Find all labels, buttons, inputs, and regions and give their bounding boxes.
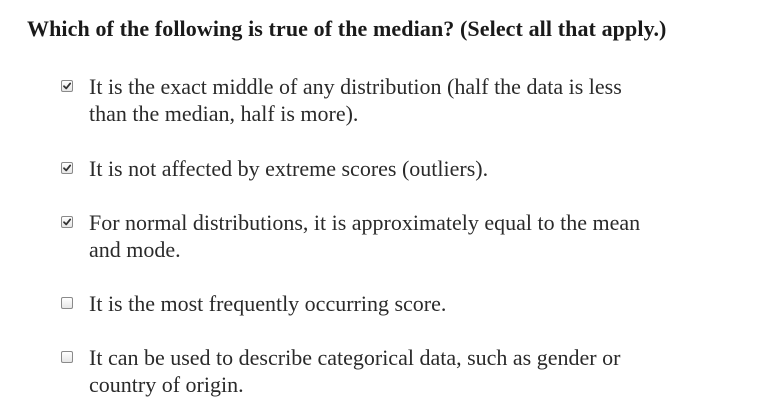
option-label[interactable]: It can be used to describe categorical d… (89, 344, 649, 398)
option-checkbox[interactable] (61, 216, 73, 228)
checkmark-icon (63, 164, 72, 172)
checkmark-icon (63, 218, 72, 226)
option-checkbox[interactable] (61, 351, 73, 363)
checkmark-icon (63, 82, 72, 90)
answer-options-list: It is the exact middle of any distributi… (0, 0, 757, 416)
option-checkbox[interactable] (61, 297, 73, 309)
option-checkbox[interactable] (61, 80, 73, 92)
option-label[interactable]: For normal distributions, it is approxim… (89, 209, 649, 263)
option-label[interactable]: It is not affected by extreme scores (ou… (89, 155, 649, 182)
option-checkbox[interactable] (61, 162, 73, 174)
option-label[interactable]: It is the most frequently occurring scor… (89, 290, 649, 317)
option-label[interactable]: It is the exact middle of any distributi… (89, 73, 649, 127)
